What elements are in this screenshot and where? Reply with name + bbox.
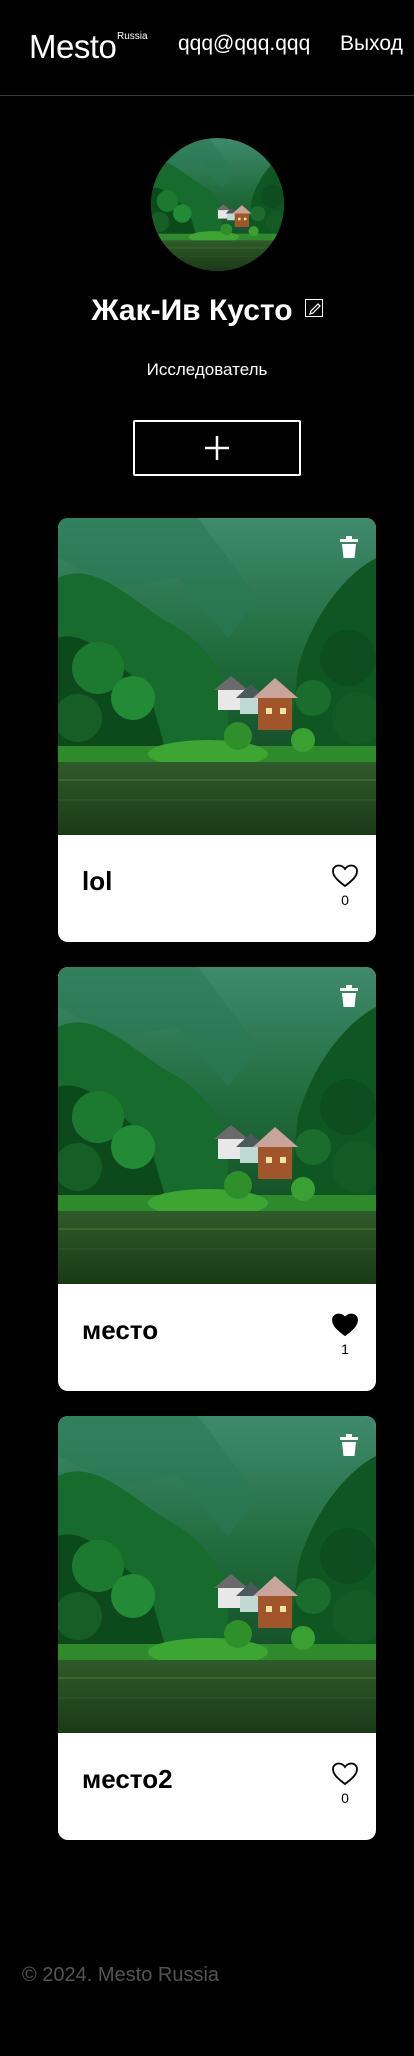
heart-icon[interactable]	[331, 1762, 359, 1786]
trash-icon[interactable]	[338, 1434, 360, 1456]
trash-icon[interactable]	[338, 536, 360, 558]
heart-icon[interactable]	[331, 864, 359, 888]
edit-profile-button[interactable]	[304, 299, 323, 317]
logo[interactable]: Mesto	[29, 28, 117, 66]
page-header: Mesto Russia qqq@qqq.qqq Выход	[0, 0, 414, 96]
card: место2 0	[58, 1416, 376, 1840]
profile-name-row: Жак-Ив Кусто	[0, 294, 414, 328]
card-image[interactable]	[58, 518, 376, 835]
logout-link[interactable]: Выход	[340, 32, 403, 56]
footer-copyright: © 2024. Mesto Russia	[22, 1964, 220, 1986]
card: место 1	[58, 967, 376, 1391]
profile-name: Жак-Ив Кусто	[91, 294, 293, 327]
card-image[interactable]	[58, 967, 376, 1284]
user-email: qqq@qqq.qqq	[178, 32, 311, 55]
profile-avatar[interactable]	[151, 138, 284, 271]
logo-subtitle: Russia	[117, 31, 148, 42]
card-image[interactable]	[58, 1416, 376, 1733]
card-title: lol	[82, 866, 113, 896]
card: lol 0	[58, 518, 376, 942]
like-count: 1	[341, 1341, 349, 1357]
card-title: место2	[82, 1764, 173, 1794]
avatar-image	[151, 138, 284, 271]
plus-icon	[205, 436, 229, 460]
add-card-button[interactable]	[133, 420, 301, 476]
heart-filled-icon[interactable]	[331, 1313, 359, 1337]
pencil-icon	[308, 303, 321, 315]
like-count: 0	[341, 1790, 349, 1806]
like-count: 0	[341, 892, 349, 908]
card-title: место	[82, 1315, 159, 1345]
trash-icon[interactable]	[338, 985, 360, 1007]
profile-about: Исследователь	[146, 360, 268, 379]
